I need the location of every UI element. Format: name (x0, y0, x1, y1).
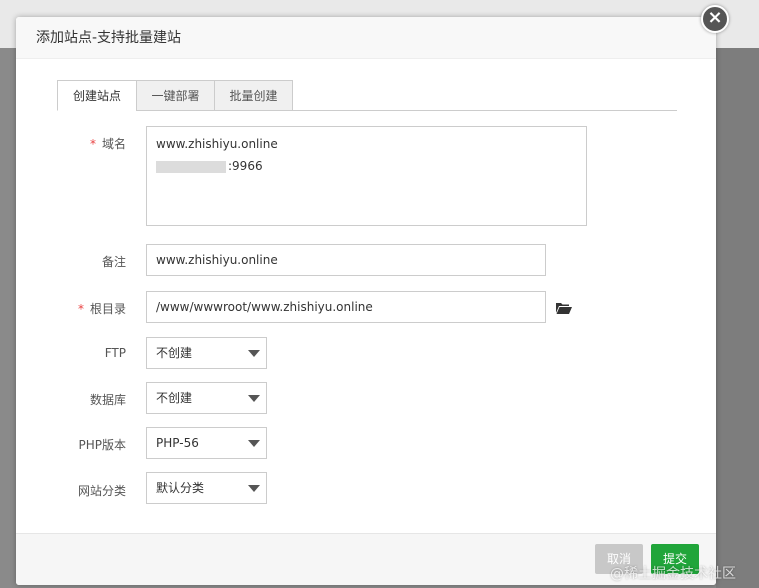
redacted-ip (156, 160, 226, 173)
required-mark: * (77, 302, 84, 316)
watermark: @稀土掘金技术社区 (610, 566, 736, 582)
chevron-down-icon (248, 485, 260, 492)
chevron-down-icon (248, 440, 260, 447)
domain-textarea[interactable]: www.zhishiyu.online :9966 (146, 126, 587, 226)
site-category-label: 网站分类 (77, 484, 126, 498)
database-label: 数据库 (89, 393, 126, 407)
domain-line-1: www.zhishiyu.online (156, 137, 278, 151)
chevron-down-icon (248, 395, 260, 402)
tab-create-site[interactable]: 创建站点 (57, 80, 137, 111)
site-category-selected-value: 默认分类 (156, 481, 205, 495)
dialog-header: 添加站点-支持批量建站 (16, 17, 716, 59)
required-mark: * (89, 137, 96, 151)
php-version-select[interactable]: PHP-56 (146, 427, 267, 459)
php-version-selected-value: PHP-56 (156, 436, 199, 450)
site-category-select[interactable]: 默认分类 (146, 472, 267, 504)
backdrop-overlay (716, 48, 759, 588)
remark-input[interactable]: www.zhishiyu.online (146, 244, 546, 276)
remark-label: 备注 (101, 255, 126, 269)
ftp-label: FTP (104, 346, 126, 360)
tab-batch-create[interactable]: 批量创建 (214, 80, 293, 111)
database-select[interactable]: 不创建 (146, 382, 267, 414)
tab-one-click-deploy[interactable]: 一键部署 (136, 80, 215, 111)
ftp-select[interactable]: 不创建 (146, 337, 267, 369)
root-dir-input[interactable]: /www/wwwroot/www.zhishiyu.online (146, 291, 546, 323)
folder-open-icon[interactable] (556, 302, 572, 314)
root-dir-label: * 根目录 (77, 302, 126, 316)
add-site-dialog: 添加站点-支持批量建站 创建站点 一键部署 批量创建 * 域名 www.zhish… (16, 17, 716, 585)
ftp-selected-value: 不创建 (156, 346, 193, 360)
domain-line-2: :9966 (156, 155, 577, 177)
tab-bar: 创建站点 一键部署 批量创建 (57, 80, 677, 111)
domain-label: * 域名 (89, 137, 126, 151)
php-version-label: PHP版本 (78, 438, 127, 452)
dialog-title: 添加站点-支持批量建站 (36, 30, 182, 46)
database-selected-value: 不创建 (156, 391, 193, 405)
chevron-down-icon (248, 350, 260, 357)
close-icon[interactable]: × (701, 5, 729, 33)
